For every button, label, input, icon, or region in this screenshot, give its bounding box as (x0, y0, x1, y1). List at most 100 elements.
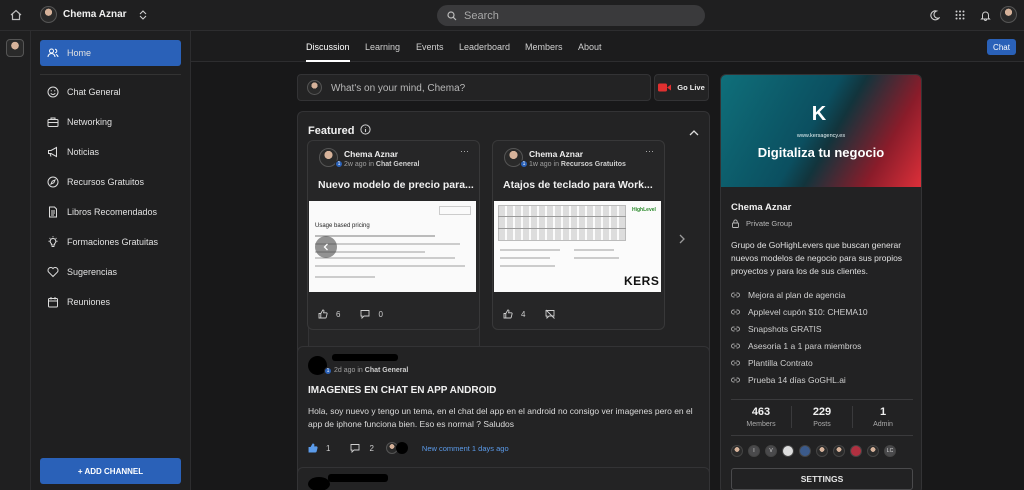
workspace-switcher[interactable]: Chema Aznar (40, 6, 147, 23)
bell-icon[interactable] (978, 8, 992, 22)
post-title[interactable]: Atajos de teclado para Work... (503, 179, 663, 191)
member-avatar[interactable] (799, 445, 811, 457)
member-avatar[interactable] (850, 445, 862, 457)
go-live-button[interactable]: Go Live (654, 74, 709, 101)
link-icon (731, 343, 740, 349)
comment-button[interactable]: 2 (350, 443, 374, 453)
group-link[interactable]: Plantilla Contrato (731, 358, 813, 368)
featured-post-card-1[interactable]: 1 Chema Aznar 2w ago in Chat General ···… (307, 140, 480, 330)
group-link[interactable]: Snapshots GRATIS (731, 324, 822, 334)
avatar (307, 80, 322, 95)
apps-grid-icon[interactable] (953, 8, 967, 22)
sidebar-item-reuniones[interactable]: Reuniones (40, 289, 181, 315)
post-meta: 2w ago in Chat General (344, 161, 420, 168)
community-avatar[interactable] (6, 39, 24, 57)
tab-leaderboard[interactable]: Leaderboard (459, 31, 510, 62)
like-button[interactable]: 4 (503, 309, 525, 319)
user-avatar[interactable] (1000, 6, 1017, 23)
author-name: Chema Aznar (529, 149, 584, 159)
post-preview-image[interactable]: HighLevel KERS (494, 201, 661, 292)
sidebar-item-noticias[interactable]: Noticias (40, 139, 181, 165)
thumbs-up-icon (503, 309, 513, 319)
member-avatar[interactable] (782, 445, 794, 457)
tab-members[interactable]: Members (525, 31, 563, 62)
info-icon[interactable] (360, 122, 372, 140)
group-link[interactable]: Asesoria 1 a 1 para miembros (731, 341, 861, 351)
tab-events[interactable]: Events (416, 31, 444, 62)
featured-title: Featured (308, 125, 355, 137)
post-time: 2w ago in (344, 161, 374, 168)
stat-label: Admin (873, 421, 893, 428)
preview-logo: KERS (624, 274, 660, 288)
group-link[interactable]: Prueba 14 días GoGHL.ai (731, 375, 846, 385)
group-link-label: Plantilla Contrato (748, 358, 813, 368)
dark-mode-icon[interactable] (927, 8, 941, 22)
sidebar-item-label: Noticias (67, 147, 100, 157)
sidebar-item-recursos-gratuitos[interactable]: Recursos Gratuitos (40, 169, 181, 195)
post-channel[interactable]: Chat General (365, 367, 409, 374)
home-icon[interactable] (9, 8, 23, 22)
member-avatar[interactable] (816, 445, 828, 457)
stat-members[interactable]: 463 Members (731, 406, 791, 428)
member-avatar[interactable]: V (765, 445, 777, 457)
group-info-card: K www.kersagency.es Digitaliza tu negoci… (720, 74, 922, 490)
group-link[interactable]: Applevel cupón $10: CHEMA10 (731, 307, 868, 317)
calendar-icon (48, 297, 58, 308)
tab-discussion[interactable]: Discussion (306, 31, 350, 62)
member-avatar[interactable]: LC (884, 445, 896, 457)
featured-post-card-2[interactable]: 1 Chema Aznar 1w ago in Recursos Gratuit… (492, 140, 665, 330)
comment-icon (361, 310, 370, 319)
member-avatar[interactable] (731, 445, 743, 457)
group-link[interactable]: Mejora al plan de agencia (731, 290, 845, 300)
post-channel[interactable]: Chat General (376, 161, 420, 168)
carousel-next-button[interactable] (678, 231, 686, 249)
kers-logo-icon: K (811, 103, 827, 125)
sidebar-item-libros-recomendados[interactable]: Libros Recomendados (40, 199, 181, 225)
search-bar[interactable] (437, 5, 705, 26)
sidebar-item-label: Libros Recomendados (67, 207, 158, 217)
lock-icon (732, 219, 739, 228)
tab-learning[interactable]: Learning (365, 31, 400, 62)
member-avatar[interactable] (833, 445, 845, 457)
settings-button[interactable]: SETTINGS (731, 468, 913, 490)
stat-posts[interactable]: 229 Posts (792, 406, 852, 428)
tab-about[interactable]: About (578, 31, 602, 62)
chevron-up-icon[interactable] (689, 123, 699, 141)
carousel-prev-button[interactable] (315, 236, 337, 258)
post-actions: 6 0 (318, 309, 383, 319)
sidebar-item-chat-general[interactable]: Chat General (40, 79, 181, 105)
smile-icon (47, 86, 59, 98)
like-button[interactable]: 1 (308, 443, 330, 453)
comments-disabled-icon (545, 309, 556, 319)
level-badge: 1 (335, 160, 343, 168)
new-comment-link[interactable]: New comment 1 days ago (422, 444, 509, 453)
chevron-up-down-icon (139, 9, 147, 20)
group-link-label: Applevel cupón $10: CHEMA10 (748, 307, 868, 317)
add-channel-button[interactable]: + ADD CHANNEL (40, 458, 181, 484)
post-title[interactable]: Nuevo modelo de precio para... (318, 179, 478, 191)
more-options-icon[interactable]: ··· (460, 146, 469, 156)
like-button[interactable]: 6 (318, 309, 340, 319)
post-meta: 2d ago in Chat General (334, 367, 408, 374)
next-post-card[interactable] (297, 467, 710, 490)
post-title[interactable]: IMAGENES EN CHAT EN APP ANDROID (308, 385, 496, 396)
sidebar-item-home[interactable]: Home (40, 40, 181, 66)
more-options-icon[interactable]: ··· (645, 146, 654, 156)
post-composer[interactable]: What's on your mind, Chema? (297, 74, 651, 101)
post-meta: 1w ago in Recursos Gratuitos (529, 161, 626, 168)
search-input[interactable] (464, 9, 684, 22)
post-channel[interactable]: Recursos Gratuitos (561, 161, 626, 168)
sidebar-item-sugerencias[interactable]: Sugerencias (40, 259, 181, 285)
level-badge: 1 (520, 160, 528, 168)
post-preview-image[interactable]: Usage based pricing (309, 201, 476, 292)
chat-button[interactable]: Chat (987, 39, 1016, 55)
comment-button[interactable]: 0 (360, 309, 383, 319)
member-avatar[interactable] (867, 445, 879, 457)
sidebar-item-formaciones-gratuitas[interactable]: Formaciones Gratuitas (40, 229, 181, 255)
chevron-left-icon (323, 243, 328, 251)
preview-brand: HighLevel (632, 207, 656, 213)
group-banner[interactable]: K www.kersagency.es Digitaliza tu negoci… (721, 75, 921, 187)
stat-admin[interactable]: 1 Admin (853, 406, 913, 428)
member-avatar[interactable]: I (748, 445, 760, 457)
sidebar-item-networking[interactable]: Networking (40, 109, 181, 135)
